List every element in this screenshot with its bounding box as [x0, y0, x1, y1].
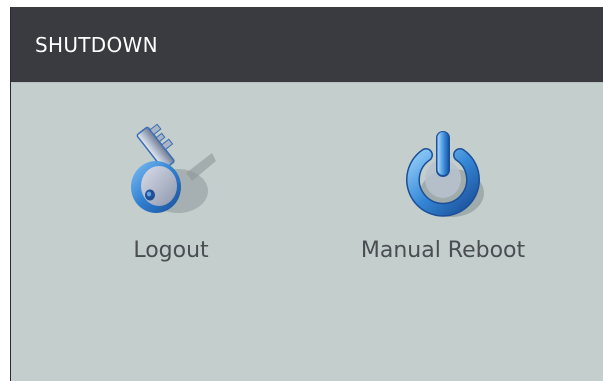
dialog-title: SHUTDOWN: [35, 32, 158, 57]
power-icon: [388, 108, 498, 228]
key-icon: [116, 108, 226, 228]
dialog-titlebar: SHUTDOWN: [11, 7, 603, 82]
manual-reboot-label: Manual Reboot: [360, 238, 526, 263]
shutdown-dialog: SHUTDOWN Logout Manual Reboot: [10, 7, 603, 381]
logout-label: Logout: [133, 238, 209, 263]
logout-button[interactable]: Logout: [51, 108, 291, 263]
dialog-body: Logout Manual Reboot: [11, 82, 603, 381]
manual-reboot-button[interactable]: Manual Reboot: [323, 108, 563, 263]
